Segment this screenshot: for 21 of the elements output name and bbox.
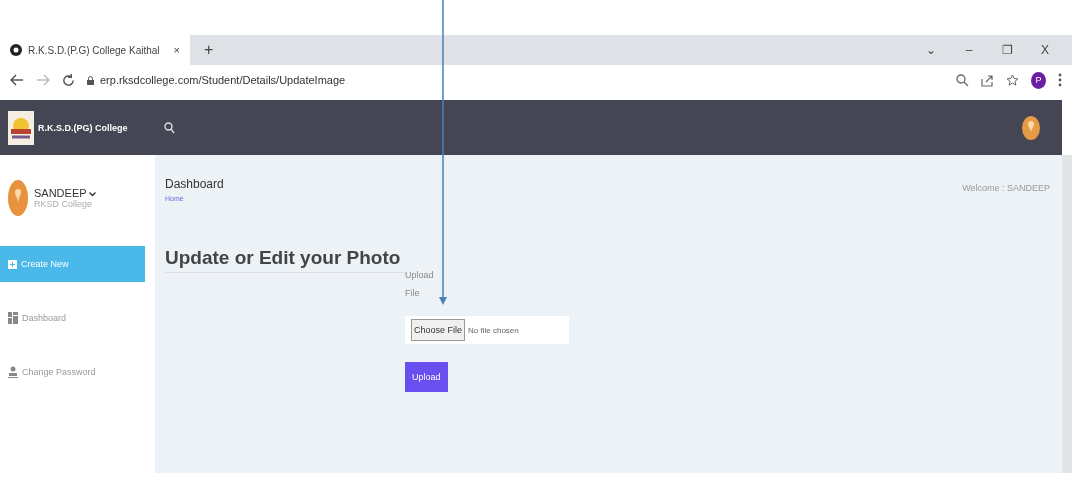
new-tab-button[interactable]: +: [204, 41, 214, 59]
choose-file-button[interactable]: Choose File: [411, 319, 466, 341]
user-name[interactable]: SANDEEP: [34, 187, 97, 199]
window-control-button[interactable]: –: [950, 43, 988, 57]
address-bar[interactable]: erp.rksdcollege.com/Student/Details/UpdateImage: [87, 69, 944, 91]
brand-name[interactable]: R.K.S.D.(PG) College: [38, 122, 128, 133]
browser-tab[interactable]: R.K.S.D.(P.G) College Kaithal ×: [0, 35, 190, 65]
upload-label: Upload File: [405, 269, 435, 300]
file-status: No file chosen: [468, 325, 519, 335]
window-control-button[interactable]: ❐: [988, 43, 1026, 57]
file-input[interactable]: Choose File No file chosen: [405, 316, 569, 344]
window-control-button[interactable]: ⌄: [912, 43, 950, 57]
form-heading: Update or Edit your Photo: [165, 246, 405, 273]
profile-avatar[interactable]: P: [1031, 71, 1046, 89]
window-control-button[interactable]: X: [1026, 43, 1064, 57]
upload-button[interactable]: Upload: [405, 362, 448, 392]
tab-close-button[interactable]: ×: [173, 44, 180, 56]
page-title: Dashboard: [165, 177, 224, 191]
welcome-text: Welcome : SANDEEP: [962, 183, 1050, 195]
tab-title: R.K.S.D.(P.G) College Kaithal: [28, 44, 161, 56]
user-college: RKSD College: [34, 199, 94, 209]
